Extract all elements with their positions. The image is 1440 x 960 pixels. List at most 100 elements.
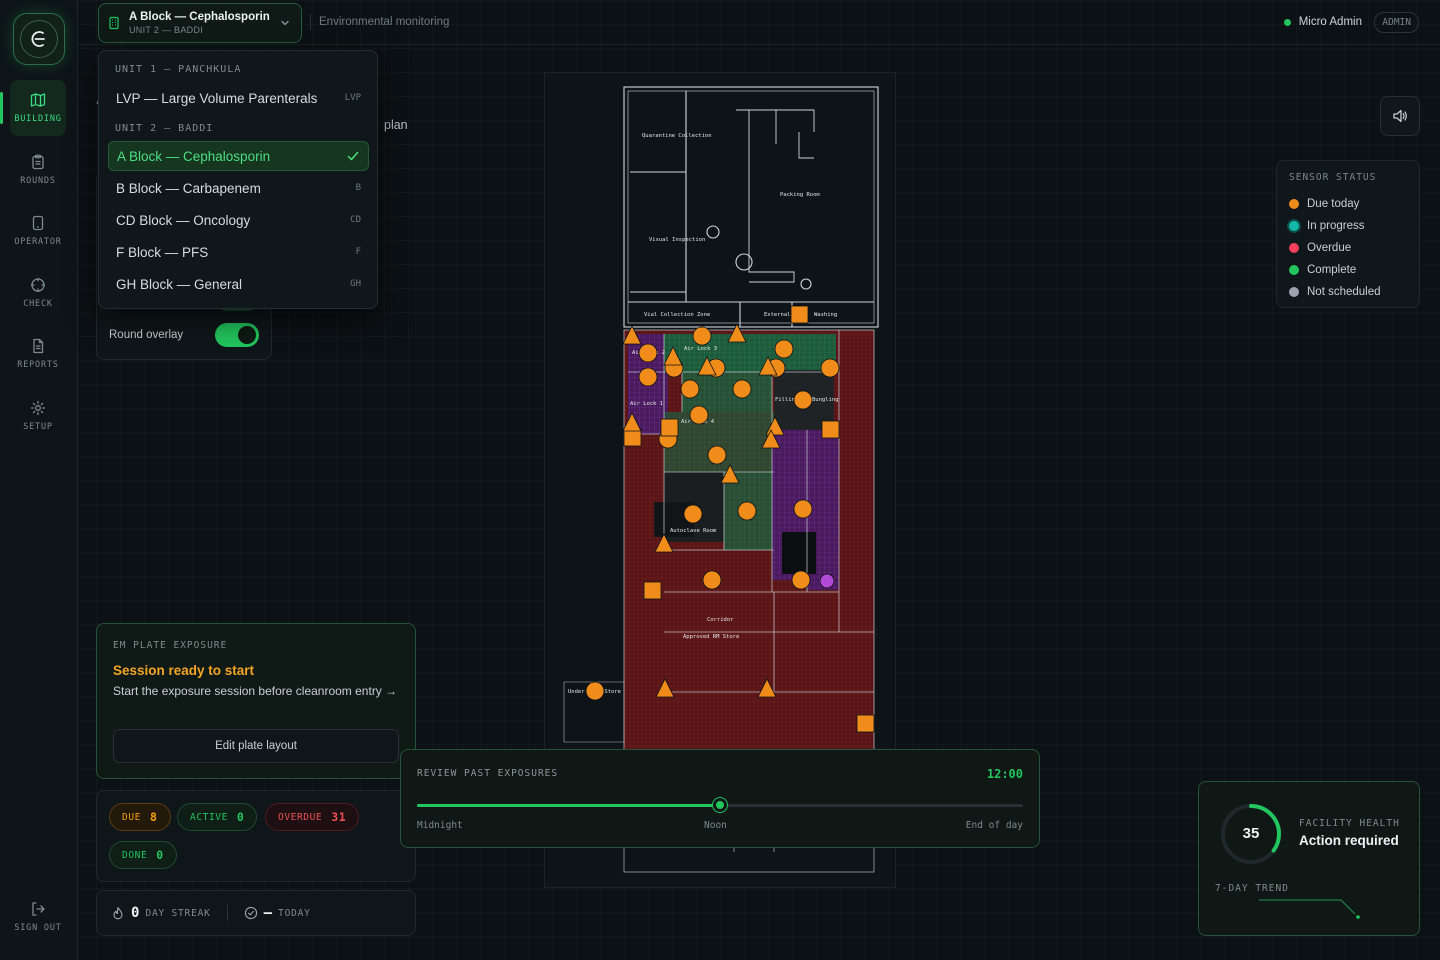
legend-item-overdue: Overdue bbox=[1289, 237, 1407, 259]
round-overlay-toggle[interactable] bbox=[215, 323, 259, 347]
user-name: Micro Admin bbox=[1298, 16, 1362, 28]
active-count: 0 bbox=[236, 810, 245, 824]
sensor-status-legend: SENSOR STATUS Due today In progress Over… bbox=[1276, 160, 1420, 308]
room-label: Corridor bbox=[707, 617, 734, 623]
sensor-marker[interactable] bbox=[683, 504, 703, 524]
sensor-marker[interactable] bbox=[643, 581, 662, 600]
trend-end-point bbox=[1356, 915, 1360, 919]
done-count-pill[interactable]: DONE 0 bbox=[109, 841, 177, 869]
sidebar-item-label: BUILDING bbox=[14, 114, 62, 124]
round-overlay-row: Round overlay bbox=[109, 322, 259, 348]
sign-out-button[interactable]: SIGN OUT bbox=[10, 889, 66, 945]
sensor-marker[interactable] bbox=[793, 390, 813, 410]
due-count-pill[interactable]: DUE 8 bbox=[109, 803, 171, 831]
sensor-marker[interactable] bbox=[680, 379, 700, 399]
sidebar-item-label: OPERATOR bbox=[14, 237, 62, 247]
dropdown-item-lvp[interactable]: LVP — Large Volume Parenterals LVP bbox=[108, 83, 369, 113]
streak-days: 0 bbox=[131, 905, 140, 921]
map-icon bbox=[30, 93, 46, 107]
facility-health-card[interactable]: 35 FACILITY HEALTH Action required 7-DAY… bbox=[1198, 781, 1420, 936]
timeline-slider-thumb[interactable] bbox=[713, 798, 727, 812]
trend-sparkline bbox=[1259, 899, 1360, 919]
active-count-pill[interactable]: ACTIVE 0 bbox=[177, 803, 258, 831]
block-selector-subtitle: UNIT 2 — BADDI bbox=[129, 25, 204, 35]
dropdown-item-code: F bbox=[355, 247, 361, 257]
sensor-marker[interactable] bbox=[737, 501, 757, 521]
top-bar: A Block — Cephalosporin UNIT 2 — BADDI E… bbox=[78, 0, 1440, 45]
overdue-label: OVERDUE bbox=[278, 811, 323, 823]
sensor-marker[interactable] bbox=[791, 570, 811, 590]
dropdown-item-b-block[interactable]: B Block — Carbapenem B bbox=[108, 173, 369, 203]
legend-dot bbox=[1289, 265, 1299, 275]
overdue-count-pill[interactable]: OVERDUE 31 bbox=[265, 803, 360, 831]
timeline-mid-label: Noon bbox=[704, 820, 727, 831]
health-status: Action required bbox=[1299, 833, 1399, 848]
edit-plate-layout-button[interactable]: Edit plate layout bbox=[113, 729, 399, 763]
sidebar-item-check[interactable]: CHECK bbox=[10, 265, 66, 321]
user-info[interactable]: Micro Admin bbox=[1283, 16, 1362, 28]
speaker-icon bbox=[1393, 109, 1407, 123]
sidebar-item-operator[interactable]: OPERATOR bbox=[10, 203, 66, 259]
sidebar-item-label: SETUP bbox=[23, 422, 53, 432]
block-selector-title: A Block — Cephalosporin bbox=[129, 11, 270, 23]
legend-dot bbox=[1289, 287, 1299, 297]
sidebar-item-building[interactable]: BUILDING bbox=[0, 80, 66, 136]
app-logo[interactable] bbox=[13, 13, 65, 65]
timeline-slider-track[interactable] bbox=[417, 798, 1023, 812]
sensor-marker-unscheduled[interactable] bbox=[819, 573, 835, 589]
sensor-marker[interactable] bbox=[774, 339, 794, 359]
sidebar-item-rounds[interactable]: ROUNDS bbox=[10, 142, 66, 198]
sensor-marker[interactable] bbox=[707, 445, 727, 465]
legend-dot bbox=[1289, 199, 1299, 209]
sidebar-item-label: REPORTS bbox=[17, 360, 59, 370]
sensor-marker[interactable] bbox=[702, 570, 722, 590]
sign-out-label: SIGN OUT bbox=[14, 923, 62, 933]
active-label: ACTIVE bbox=[190, 811, 228, 823]
sensor-marker[interactable] bbox=[732, 379, 752, 399]
due-count: 8 bbox=[149, 810, 158, 824]
logo-mark-icon bbox=[31, 31, 45, 47]
sound-toggle-button[interactable] bbox=[1380, 96, 1420, 136]
crosshair-icon bbox=[31, 278, 45, 292]
streak-label: DAY STREAK bbox=[145, 907, 211, 919]
sensor-marker[interactable] bbox=[689, 405, 709, 425]
sensor-marker[interactable] bbox=[692, 326, 712, 346]
room-label: Washing bbox=[814, 312, 837, 318]
room-label: Air Lock 3 bbox=[684, 346, 717, 352]
sensor-marker[interactable] bbox=[623, 428, 642, 447]
sensor-marker[interactable] bbox=[856, 714, 875, 733]
page-hint-partial: plan bbox=[384, 118, 408, 132]
sensor-marker[interactable] bbox=[793, 499, 813, 519]
today-value: – bbox=[263, 905, 273, 921]
logout-icon bbox=[32, 902, 45, 916]
dropdown-item-cd-block[interactable]: CD Block — Oncology CD bbox=[108, 205, 369, 235]
sensor-marker[interactable] bbox=[660, 418, 679, 437]
dropdown-item-code: B bbox=[355, 183, 361, 193]
sidebar-item-setup[interactable]: SETUP bbox=[10, 388, 66, 444]
em-plate-description[interactable]: Start the exposure session before cleanr… bbox=[113, 683, 399, 699]
sidebar-item-reports[interactable]: REPORTS bbox=[10, 326, 66, 382]
room-label: Quarantine Collection bbox=[642, 133, 712, 139]
legend-dot bbox=[1289, 221, 1299, 231]
online-status-dot bbox=[1283, 18, 1291, 26]
room-label: Autoclave Room bbox=[670, 528, 717, 534]
overdue-count: 31 bbox=[331, 810, 347, 824]
dropdown-item-a-block[interactable]: A Block — Cephalosporin bbox=[108, 141, 369, 171]
room-label: External bbox=[764, 312, 791, 318]
legend-title: SENSOR STATUS bbox=[1289, 172, 1377, 183]
legend-label: Overdue bbox=[1307, 242, 1352, 254]
room-label: Visual Inspection bbox=[649, 237, 705, 243]
legend-item-due-today: Due today bbox=[1289, 193, 1407, 215]
sensor-marker[interactable] bbox=[585, 681, 605, 701]
dropdown-item-gh-block[interactable]: GH Block — General GH bbox=[108, 269, 369, 299]
room-label: Approved RM Store bbox=[683, 634, 739, 640]
sensor-marker[interactable] bbox=[638, 343, 658, 363]
sensor-marker[interactable] bbox=[821, 420, 840, 439]
dropdown-group-unit-2: UNIT 2 — BADDI bbox=[115, 123, 214, 134]
block-selector[interactable]: A Block — Cephalosporin UNIT 2 — BADDI bbox=[98, 3, 302, 43]
dropdown-item-f-block[interactable]: F Block — PFS F bbox=[108, 237, 369, 267]
sensor-marker[interactable] bbox=[790, 305, 809, 324]
sensor-marker[interactable] bbox=[638, 367, 658, 387]
legend-label: In progress bbox=[1307, 220, 1365, 232]
sensor-marker[interactable] bbox=[820, 358, 840, 378]
